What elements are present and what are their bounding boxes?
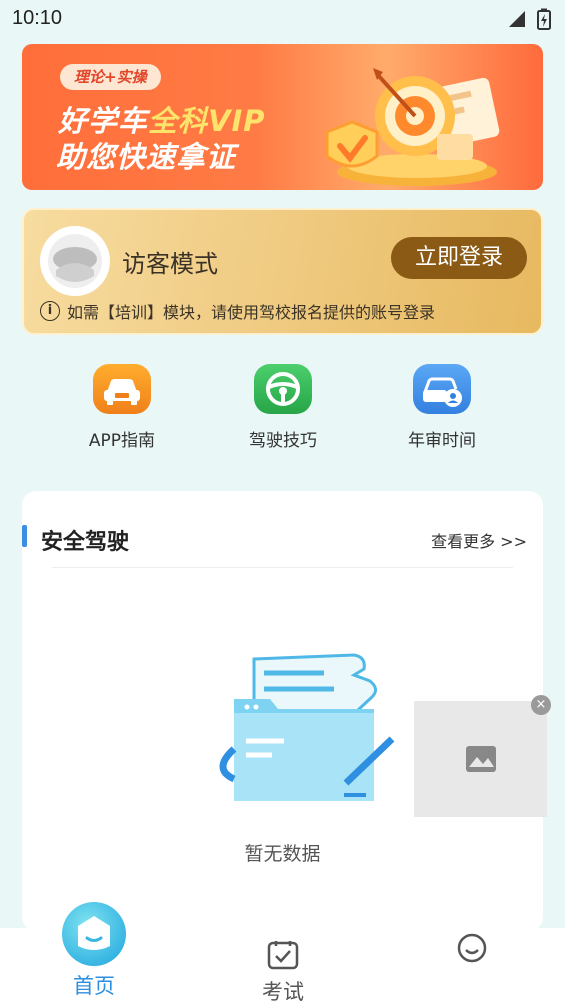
steering-wheel-icon: [48, 234, 102, 288]
home-icon[interactable]: [62, 902, 126, 966]
quick-link-annual-review[interactable]: 年审时间: [382, 364, 502, 451]
broken-image-icon: [466, 746, 496, 772]
tab-label: 考试: [262, 980, 304, 1004]
section-title: 安全驾驶: [41, 530, 130, 555]
battery-icon: [537, 8, 551, 30]
status-time: 10:10: [12, 7, 63, 29]
info-icon: i: [40, 301, 60, 321]
section-accent-bar: [22, 525, 27, 547]
profile-face-icon: [457, 933, 487, 963]
view-more-link[interactable]: 查看更多 >>: [431, 528, 527, 552]
tab-profile[interactable]: [452, 932, 492, 968]
exam-check-icon: [267, 941, 299, 970]
banner-headline-prefix: 好学车: [58, 104, 149, 138]
quick-link-label: APP指南: [88, 431, 156, 451]
quick-link-label: 驾驶技巧: [249, 431, 317, 451]
training-login-note: i 如需【培训】模块，请使用驾校报名提供的账号登录: [40, 299, 435, 323]
tab-home[interactable]: 首页: [62, 970, 126, 1000]
empty-state-text: 暂无数据: [244, 843, 321, 865]
quick-link-driving-tips[interactable]: 驾驶技巧: [223, 364, 343, 451]
empty-folder-illustration: [219, 653, 395, 801]
guest-login-card: 访客模式 立即登录 i 如需【培训】模块，请使用驾校报名提供的账号登录: [22, 208, 543, 335]
training-login-note-text: 如需【培训】模块，请使用驾校报名提供的账号登录: [67, 303, 436, 322]
guest-avatar: [40, 226, 110, 296]
login-button[interactable]: 立即登录: [391, 237, 527, 279]
car-id-icon: [413, 364, 471, 414]
status-bar: 10:10: [0, 0, 565, 38]
car-icon: [93, 364, 151, 414]
target-trophy-illustration: [325, 68, 500, 186]
section-divider: [52, 567, 513, 568]
tab-label: 首页: [73, 974, 115, 998]
floating-ad-placeholder[interactable]: [414, 701, 547, 817]
steering-wheel-icon: [254, 364, 312, 414]
vip-promo-banner[interactable]: 理论+实操 好学车全科VIP 助您快速拿证: [22, 44, 543, 190]
ad-close-button[interactable]: ×: [531, 695, 551, 715]
banner-tag: 理论+实操: [60, 64, 161, 90]
banner-subline: 助您快速拿证: [56, 140, 237, 174]
quick-link-app-guide[interactable]: APP指南: [62, 364, 182, 451]
guest-mode-label: 访客模式: [122, 250, 218, 278]
tab-exam[interactable]: 考试: [248, 940, 318, 1004]
signal-icon: [509, 11, 525, 27]
quick-link-label: 年审时间: [408, 431, 476, 451]
banner-headline-highlight: 全科VIP: [148, 104, 266, 138]
